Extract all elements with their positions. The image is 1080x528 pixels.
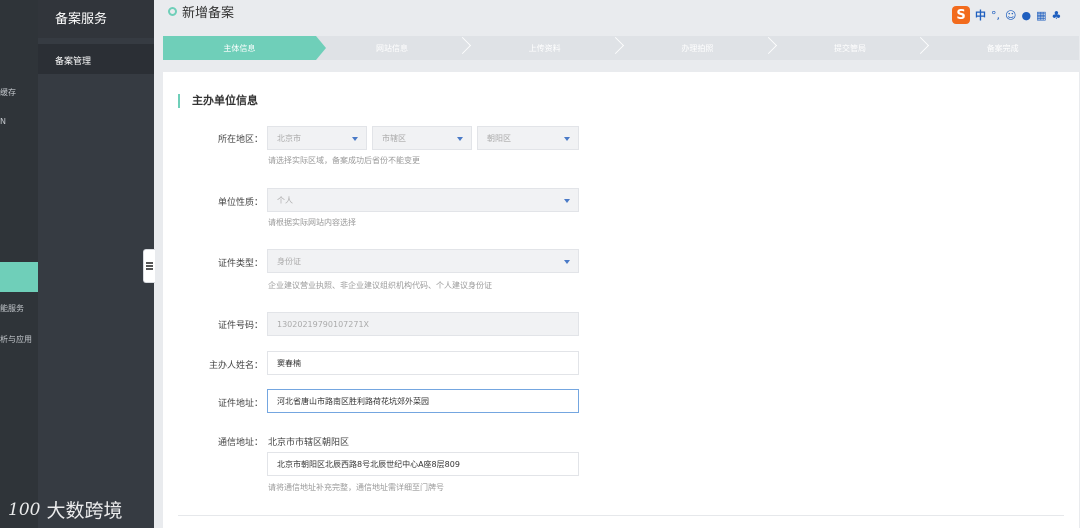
mail-address-region: 北京市市辖区朝阳区 xyxy=(268,438,350,448)
sidebar-item-filing-management[interactable]: 备案管理 xyxy=(55,54,91,67)
sidebar: 备案服务 备案管理 xyxy=(38,0,154,528)
keyboard-icon[interactable]: ▦ xyxy=(1036,9,1046,22)
ime-punct-toggle[interactable]: °, xyxy=(991,9,1000,22)
step-label: 备案完成 xyxy=(986,43,1019,53)
id-type-value: 身份证 xyxy=(277,256,301,266)
region-hint: 请选择实际区域，备案成功后省份不能变更 xyxy=(268,156,420,165)
mail-address-value: 北京市朝阳区北辰西路8号北辰世纪中心A座8层809 xyxy=(277,459,460,469)
progress-steps: 主体信息 网站信息 上传资料 办理拍照 提交管局 备案完成 xyxy=(163,36,1079,60)
province-value: 北京市 xyxy=(277,133,301,143)
watermark-logo: 100 xyxy=(8,499,41,520)
id-type-label: 证件类型： xyxy=(217,259,263,269)
step-upload-docs[interactable]: 上传资料 xyxy=(468,36,621,60)
step-label: 主体信息 xyxy=(223,43,256,53)
id-type-select[interactable]: 身份证 xyxy=(267,249,579,273)
page-title-text: 新增备案 xyxy=(182,6,235,21)
chevron-down-icon xyxy=(352,137,358,141)
sidebar-title: 备案服务 xyxy=(55,12,108,27)
sidebar-collapse-handle[interactable] xyxy=(143,249,155,283)
owner-name-value: 窦春楠 xyxy=(277,358,301,368)
org-type-hint: 请根据实际网站内容选择 xyxy=(268,218,356,227)
rail-item-analysis[interactable]: 析与应用 xyxy=(0,334,32,345)
org-type-label: 单位性质： xyxy=(217,198,263,208)
province-select[interactable]: 北京市 xyxy=(267,126,367,150)
city-select[interactable]: 市辖区 xyxy=(372,126,472,150)
id-number-input[interactable]: 13020219790107271X xyxy=(267,312,579,336)
ime-lang-toggle[interactable]: 中 xyxy=(975,7,986,23)
divider xyxy=(178,515,1064,516)
region-label: 所在地区： xyxy=(217,135,263,145)
id-number-value: 13020219790107271X xyxy=(277,319,370,329)
chevron-down-icon xyxy=(564,199,570,203)
step-subject-info[interactable]: 主体信息 xyxy=(163,36,326,60)
rail-item-service[interactable]: 能服务 xyxy=(0,303,24,314)
rail-active-indicator xyxy=(0,262,38,292)
menu-icon xyxy=(146,262,153,270)
watermark-text: 大数跨境 xyxy=(46,500,123,522)
step-label: 上传资料 xyxy=(528,43,561,53)
owner-name-input[interactable]: 窦春楠 xyxy=(267,351,579,375)
id-type-hint: 企业建议营业执照、非企业建议组织机构代码、个人建议身份证 xyxy=(268,281,492,290)
step-label: 办理拍照 xyxy=(681,43,714,53)
step-website-info[interactable]: 网站信息 xyxy=(316,36,469,60)
step-label: 网站信息 xyxy=(376,43,408,53)
district-select[interactable]: 朝阳区 xyxy=(477,126,579,150)
section-title: 主办单位信息 xyxy=(178,94,258,108)
skin-icon[interactable]: ♣ xyxy=(1051,9,1061,22)
step-complete[interactable]: 备案完成 xyxy=(926,36,1079,60)
step-submit[interactable]: 提交管局 xyxy=(774,36,927,60)
sogou-logo-icon[interactable]: S xyxy=(952,6,970,24)
district-value: 朝阳区 xyxy=(487,133,511,143)
microphone-icon[interactable]: ● xyxy=(1021,9,1031,22)
owner-name-label: 主办人姓名： xyxy=(208,361,263,371)
mail-address-hint: 请将通信地址补充完整，通信地址需详细至门牌号 xyxy=(268,483,444,492)
watermark: 100 大数跨境 xyxy=(8,496,122,523)
rail-item-cache[interactable]: 缓存 xyxy=(0,87,16,98)
mail-address-label: 通信地址： xyxy=(217,438,263,448)
chevron-down-icon xyxy=(564,260,570,264)
step-photo[interactable]: 办理拍照 xyxy=(621,36,774,60)
org-type-value: 个人 xyxy=(277,195,293,205)
city-value: 市辖区 xyxy=(382,133,406,143)
org-type-select[interactable]: 个人 xyxy=(267,188,579,212)
ime-toolbar: S 中 °, ☺ ● ▦ ♣ xyxy=(952,6,1061,24)
chevron-down-icon xyxy=(457,137,463,141)
id-address-value: 河北省唐山市路南区胜利路荷花坑郊外菜园 xyxy=(277,396,429,406)
circle-icon xyxy=(168,7,177,16)
id-number-label: 证件号码： xyxy=(217,321,263,331)
left-rail: 缓存 N 能服务 析与应用 xyxy=(0,0,38,528)
emoji-icon[interactable]: ☺ xyxy=(1005,9,1016,22)
id-address-label: 证件地址： xyxy=(217,399,263,409)
chevron-down-icon xyxy=(564,137,570,141)
id-address-input[interactable]: 河北省唐山市路南区胜利路荷花坑郊外菜园 xyxy=(267,389,579,413)
page-title: 新增备案 xyxy=(168,2,234,21)
mail-address-input[interactable]: 北京市朝阳区北辰西路8号北辰世纪中心A座8层809 xyxy=(267,452,579,476)
step-label: 提交管局 xyxy=(834,43,867,53)
form-panel: 主办单位信息 所在地区： 北京市 市辖区 朝阳区 请选择实际区域，备案成功后省份… xyxy=(163,72,1079,528)
rail-item-n[interactable]: N xyxy=(0,117,6,126)
